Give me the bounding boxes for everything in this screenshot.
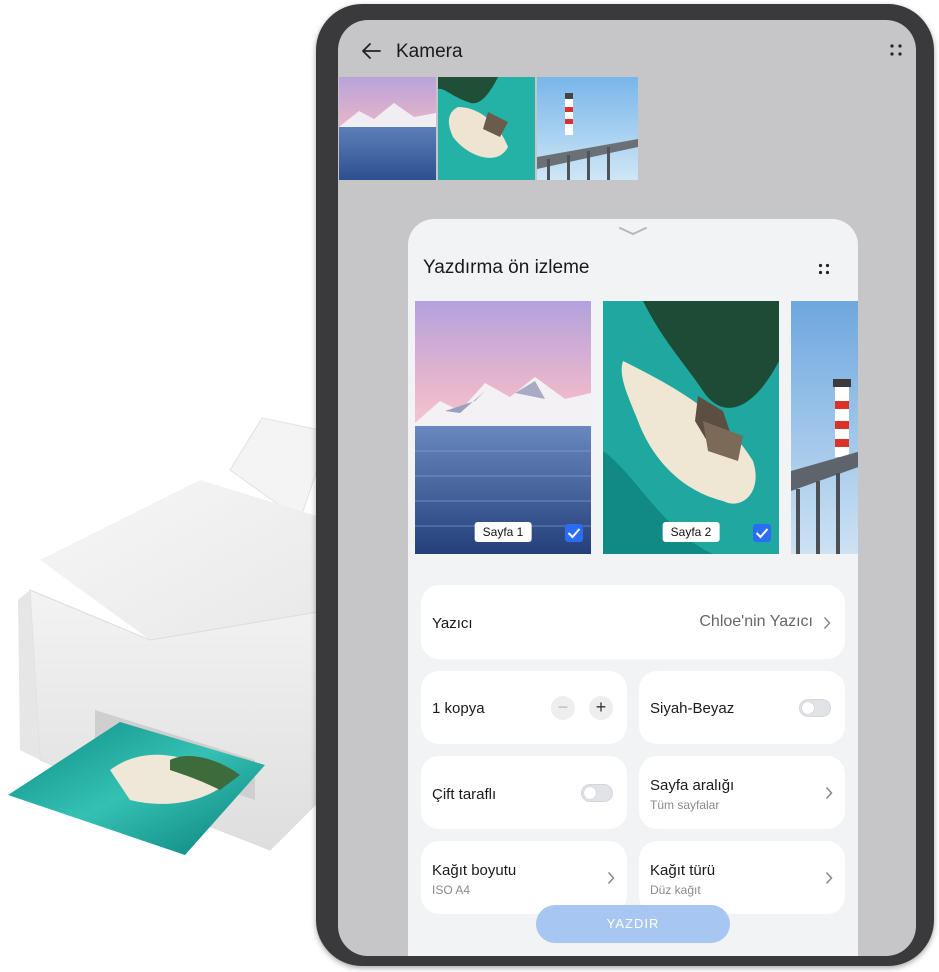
copies-card: 1 kopya − + (421, 671, 627, 744)
paper-size-value: ISO A4 (432, 883, 471, 897)
page-1-checkbox[interactable] (565, 524, 583, 542)
duplex-toggle[interactable] (581, 784, 613, 802)
page-preview-1[interactable]: Sayfa 1 (415, 301, 591, 554)
paper-type-value: Düz kağıt (650, 883, 701, 897)
tablet-screen: Kamera Yazdırma ön izleme Sayfa 1 Sayfa … (338, 20, 916, 956)
more-icon[interactable] (888, 42, 904, 58)
sheet-title: Yazdırma ön izleme (423, 257, 590, 278)
gallery-thumbnails (339, 77, 640, 180)
increase-copies-button[interactable]: + (589, 696, 613, 720)
more-icon[interactable] (817, 262, 831, 276)
copies-label: 1 kopya (432, 700, 485, 717)
chevron-right-icon (823, 616, 831, 630)
page-preview-3[interactable] (791, 301, 858, 554)
thumbnail-lighthouse-pier[interactable] (537, 77, 638, 180)
black-white-card: Siyah-Beyaz (639, 671, 845, 744)
print-button[interactable]: YAZDIR (536, 905, 730, 943)
black-white-label: Siyah-Beyaz (650, 700, 735, 717)
paper-size-selector[interactable]: Kağıt boyutu ISO A4 (421, 841, 627, 914)
page-2-checkbox[interactable] (753, 524, 771, 542)
chevron-right-icon (825, 786, 833, 800)
duplex-label: Çift taraflı (432, 786, 497, 803)
app-bar: Kamera (338, 20, 916, 80)
printer-label: Yazıcı (432, 615, 473, 632)
page-range-value: Tüm sayfalar (650, 798, 720, 812)
page-label-2: Sayfa 2 (662, 522, 720, 542)
print-preview-sheet: Yazdırma ön izleme Sayfa 1 Sayfa 2 Yazıc… (408, 219, 858, 956)
thumbnail-mountain-lake[interactable] (339, 77, 436, 180)
chevron-right-icon (825, 871, 833, 885)
paper-type-label: Kağıt türü (650, 862, 716, 879)
checkmark-icon (755, 528, 769, 539)
app-title: Kamera (396, 41, 463, 62)
page-label-1: Sayfa 1 (474, 522, 532, 542)
checkmark-icon (567, 528, 581, 539)
printer-selector[interactable]: Yazıcı Chloe'nin Yazıcı (421, 585, 845, 659)
paper-type-selector[interactable]: Kağıt türü Düz kağıt (639, 841, 845, 914)
chevron-down-icon[interactable] (618, 225, 648, 237)
page-preview-2[interactable]: Sayfa 2 (603, 301, 779, 554)
decrease-copies-button[interactable]: − (551, 696, 575, 720)
back-arrow-icon[interactable] (360, 40, 382, 62)
chevron-right-icon (607, 871, 615, 885)
page-range-selector[interactable]: Sayfa aralığı Tüm sayfalar (639, 756, 845, 829)
printer-value: Chloe'nin Yazıcı (699, 613, 813, 630)
black-white-toggle[interactable] (799, 699, 831, 717)
thumbnail-island-aerial[interactable] (438, 77, 535, 180)
paper-size-label: Kağıt boyutu (432, 862, 517, 879)
page-range-label: Sayfa aralığı (650, 777, 735, 794)
duplex-card: Çift taraflı (421, 756, 627, 829)
